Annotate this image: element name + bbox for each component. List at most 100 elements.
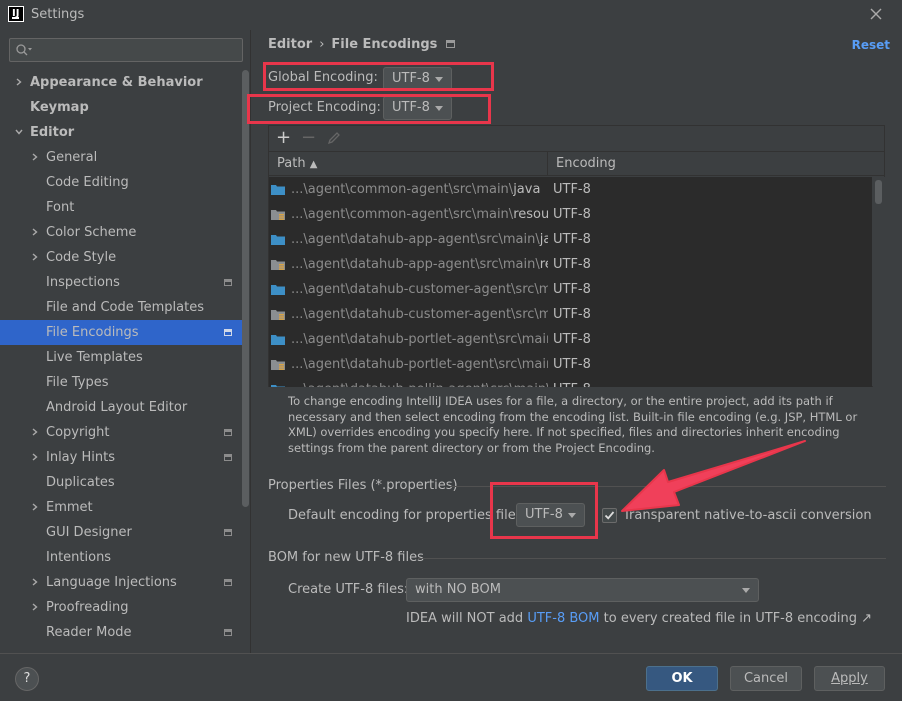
row-encoding[interactable]: UTF-8 [553, 302, 591, 327]
sidebar-item-reader-mode[interactable]: Reader Mode [0, 620, 242, 645]
chevron-right-icon[interactable] [31, 253, 39, 261]
column-header-path[interactable]: Path ▲ [277, 152, 317, 176]
chevron-right-icon[interactable] [31, 578, 39, 586]
sidebar-item-live-templates[interactable]: Live Templates [0, 345, 242, 370]
chevron-right-icon[interactable] [31, 228, 39, 236]
create-utf8-files-label: Create UTF-8 files: [288, 582, 409, 597]
table-row[interactable]: ...\agent\datahub-portlet-agent\src\main… [269, 352, 872, 377]
annotation-box-properties [490, 482, 598, 539]
chevron-right-icon[interactable] [15, 78, 23, 86]
project-scope-icon [224, 529, 232, 536]
table-row[interactable]: ...\agent\common-agent\src\main\resource… [269, 202, 872, 227]
sidebar-item-editor[interactable]: Editor [0, 120, 242, 145]
sidebar-item-inlay-hints[interactable]: Inlay Hints [0, 445, 242, 470]
project-scope-icon [224, 579, 232, 586]
sidebar-item-label: File Types [46, 375, 109, 390]
edit-icon[interactable] [327, 131, 341, 145]
chevron-right-icon[interactable] [31, 153, 39, 161]
sidebar-item-proofreading[interactable]: Proofreading [0, 595, 242, 620]
close-icon[interactable] [868, 6, 884, 22]
remove-icon[interactable]: − [301, 128, 316, 148]
resource-folder-icon [271, 210, 285, 220]
apply-button[interactable]: Apply [814, 666, 885, 691]
table-row[interactable]: ...\agent\datahub-app-agent\src\main\res… [269, 252, 872, 277]
table-row[interactable]: ...\agent\common-agent\src\main\java UTF-… [269, 177, 872, 202]
sidebar-item-code-style[interactable]: Code Style [0, 245, 242, 270]
sidebar-item-label: Keymap [30, 100, 89, 115]
row-encoding[interactable]: UTF-8 [553, 252, 591, 277]
sidebar-item-appearance-behavior[interactable]: Appearance & Behavior [0, 70, 242, 95]
row-path: ...\agent\datahub-app-agent\src\main\jav… [291, 232, 548, 247]
sidebar-item-emmet[interactable]: Emmet [0, 495, 242, 520]
row-encoding[interactable]: UTF-8 [553, 202, 591, 227]
table-row[interactable]: ...\agent\datahub-app-agent\src\main\jav… [269, 227, 872, 252]
sidebar-item-color-scheme[interactable]: Color Scheme [0, 220, 242, 245]
utf8-bom-link[interactable]: UTF-8 BOM [527, 611, 599, 626]
breadcrumb: Editor › File Encodings [268, 37, 456, 52]
sidebar-item-general[interactable]: General [0, 145, 242, 170]
chevron-right-icon[interactable] [31, 428, 39, 436]
sidebar-item-label: Android Layout Editor [46, 400, 188, 415]
resource-folder-icon [271, 360, 285, 370]
sidebar-item-code-editing[interactable]: Code Editing [0, 170, 242, 195]
checkmark-icon [604, 511, 615, 520]
resource-folder-icon [271, 260, 285, 270]
search-icon [16, 44, 32, 56]
sidebar-item-label: Intentions [46, 550, 112, 565]
transparent-native-to-ascii-label[interactable]: Transparent native-to-ascii conversion [623, 508, 872, 523]
row-encoding[interactable]: UTF-8 [553, 377, 591, 387]
table-row[interactable]: ...\agent\datahub-portlet-agent\src\main… [269, 327, 872, 352]
row-encoding[interactable]: UTF-8 [553, 352, 591, 377]
table-row[interactable]: ...\agent\datahub-pollin-agent\src\main\… [269, 377, 872, 387]
sidebar-item-label: Reader Mode [46, 625, 132, 640]
table-row[interactable]: ...\agent\datahub-customer-agent\src\mai… [269, 302, 872, 327]
cancel-button[interactable]: Cancel [730, 666, 802, 691]
project-scope-icon [224, 429, 232, 436]
sidebar-item-font[interactable]: Font [0, 195, 242, 220]
row-encoding[interactable]: UTF-8 [553, 177, 591, 202]
transparent-native-to-ascii-checkbox[interactable] [602, 508, 617, 523]
source-folder-icon [271, 285, 285, 295]
sidebar-item-intentions[interactable]: Intentions [0, 545, 242, 570]
row-encoding[interactable]: UTF-8 [553, 227, 591, 252]
sidebar-item-copyright[interactable]: Copyright [0, 420, 242, 445]
sidebar-item-inspections[interactable]: Inspections [0, 270, 242, 295]
sidebar-item-duplicates[interactable]: Duplicates [0, 470, 242, 495]
sidebar-item-file-and-code-templates[interactable]: File and Code Templates [0, 295, 242, 320]
chevron-down-icon[interactable] [15, 128, 23, 136]
sidebar-item-file-encodings[interactable]: File Encodings [0, 320, 242, 345]
row-path: ...\agent\datahub-pollin-agent\src\main\ [291, 377, 548, 387]
table-row[interactable]: ...\agent\datahub-customer-agent\src\mai… [269, 277, 872, 302]
reset-link[interactable]: Reset [852, 38, 890, 52]
column-header-encoding[interactable]: Encoding [556, 152, 616, 176]
window-title: Settings [31, 7, 85, 22]
sidebar-item-gui-designer[interactable]: GUI Designer [0, 520, 242, 545]
create-utf8-files-select[interactable]: with NO BOM [406, 578, 759, 602]
sidebar-item-label: Inlay Hints [46, 450, 115, 465]
row-path: ...\agent\datahub-portlet-agent\src\main… [291, 332, 548, 347]
sidebar-scrollbar[interactable] [242, 70, 249, 507]
row-path: ...\agent\datahub-app-agent\src\main\res… [291, 257, 548, 272]
help-button[interactable]: ? [15, 667, 39, 691]
sidebar-item-file-types[interactable]: File Types [0, 370, 242, 395]
sidebar-item-label: Emmet [46, 500, 93, 515]
row-encoding[interactable]: UTF-8 [553, 277, 591, 302]
sidebar-item-label: Copyright [46, 425, 110, 440]
sidebar-item-language-injections[interactable]: Language Injections [0, 570, 242, 595]
create-utf8-files-value: with NO BOM [415, 582, 501, 597]
sidebar-item-android-layout-editor[interactable]: Android Layout Editor [0, 395, 242, 420]
row-path: ...\agent\common-agent\src\main\java [291, 182, 541, 197]
chevron-right-icon[interactable] [31, 453, 39, 461]
ok-button[interactable]: OK [646, 666, 718, 691]
table-scrollbar[interactable] [873, 177, 885, 387]
add-icon[interactable]: + [276, 128, 291, 148]
row-path: ...\agent\common-agent\src\main\resource… [291, 207, 548, 222]
project-scope-icon [446, 40, 456, 48]
sidebar-item-keymap[interactable]: Keymap [0, 95, 242, 120]
chevron-right-icon[interactable] [31, 603, 39, 611]
row-path: ...\agent\datahub-customer-agent\src\mai… [291, 307, 548, 322]
search-input[interactable] [9, 38, 243, 62]
sidebar-item-label: Color Scheme [46, 225, 137, 240]
chevron-right-icon[interactable] [31, 503, 39, 511]
row-encoding[interactable]: UTF-8 [553, 327, 591, 352]
